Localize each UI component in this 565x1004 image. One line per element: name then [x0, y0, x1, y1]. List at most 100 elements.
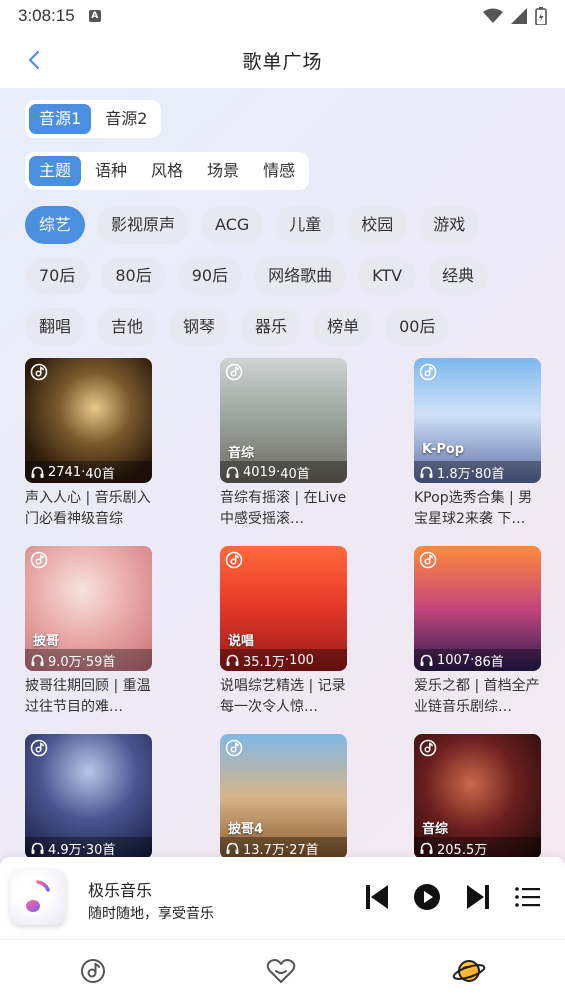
playlist-title: 爱乐之都 | 首档全产业链音乐剧综…: [414, 678, 540, 715]
tab-favorites[interactable]: [264, 954, 298, 988]
music-logo-icon: [419, 363, 437, 381]
play-count: 1007: [437, 652, 471, 668]
headphones-icon: [420, 466, 433, 478]
tab-discover[interactable]: [452, 954, 486, 988]
track-count: 80首: [474, 466, 505, 482]
tag-chip[interactable]: ACG: [201, 206, 264, 244]
headphones-icon: [420, 842, 433, 854]
playlist-card[interactable]: 披哥4 13.7万 · 27首: [220, 734, 347, 859]
playlist-card[interactable]: 披哥 9.0万 · 59首 披哥往期回顾 | 重温过往节目的难…: [25, 546, 152, 718]
play-count-bar: 2741 · 40首: [25, 461, 152, 483]
playlist-cover[interactable]: K-Pop 1.8万 · 80首: [414, 358, 541, 483]
play-icon: [414, 884, 440, 910]
player-app-name: 极乐音乐: [88, 881, 153, 900]
app-logo: [10, 869, 66, 925]
track-count: 86首: [474, 654, 504, 670]
playlist-card[interactable]: 音综 205.5万: [414, 734, 541, 859]
play-count: 35.1万: [243, 654, 285, 670]
signal-icon: [511, 8, 527, 24]
tag-chip[interactable]: 游戏: [419, 206, 480, 244]
tag-chip[interactable]: 综艺: [25, 206, 86, 244]
source-tab-1[interactable]: 音源1: [29, 104, 92, 134]
tag-chip[interactable]: 钢琴: [169, 308, 230, 346]
source-tabs: 音源1 音源2: [25, 100, 162, 138]
tag-chip[interactable]: 影视原声: [97, 206, 190, 244]
play-count-bar: 4.9万 · 30首: [25, 837, 152, 859]
category-tab-5[interactable]: 情感: [253, 156, 305, 186]
play-count-bar: 205.5万: [414, 837, 541, 859]
playlist-cover[interactable]: 2741 · 40首: [25, 358, 152, 483]
tag-chip[interactable]: 90后: [177, 257, 243, 295]
tag-chip[interactable]: 网络歌曲: [254, 257, 347, 295]
play-count: 1.8万: [437, 466, 471, 482]
category-tabs: 主题 语种 风格 场景 情感: [25, 152, 310, 190]
music-logo-icon: [225, 551, 243, 569]
play-count: 9.0万: [48, 654, 82, 670]
mini-player[interactable]: 极乐音乐 随时随地，享受音乐: [0, 857, 565, 939]
planet-icon: [452, 960, 486, 982]
tag-chip[interactable]: 经典: [428, 257, 489, 295]
playlist-tag: 音综: [228, 446, 255, 461]
play-count-bar: 35.1万 · 100: [220, 649, 347, 671]
playlist-cover[interactable]: 4.9万 · 30首: [25, 734, 152, 859]
tag-chip[interactable]: 儿童: [275, 206, 336, 244]
category-tab-4[interactable]: 场景: [197, 156, 249, 186]
playlist-card[interactable]: K-Pop 1.8万 · 80首 KPop选秀合集 | 男宝星球2来袭 下…: [414, 358, 541, 530]
tag-chip[interactable]: 吉他: [97, 308, 158, 346]
tag-row-1: 综艺 影视原声 ACG 儿童 校园 游戏: [25, 206, 480, 244]
tag-chip[interactable]: 器乐: [241, 308, 302, 346]
back-button[interactable]: [22, 46, 46, 74]
source-tab-2[interactable]: 音源2: [95, 104, 157, 134]
playlist-button[interactable]: [510, 879, 546, 915]
playlist-card[interactable]: 音综 4019 · 40首 音综有摇滚 | 在Live中感受摇滚…: [220, 358, 347, 530]
music-logo-icon: [30, 551, 48, 569]
previous-button[interactable]: [359, 879, 395, 915]
playlist-card[interactable]: 2741 · 40首声入人心 | 音乐剧入门必看神级音综: [25, 358, 152, 530]
tag-chip[interactable]: KTV: [358, 257, 417, 295]
tag-row-3: 翻唱 吉他 钢琴 器乐 榜单 00后: [25, 308, 450, 346]
playlist-tag: K-Pop: [422, 442, 465, 457]
next-button[interactable]: [460, 879, 496, 915]
tag-chip[interactable]: 70后: [25, 257, 90, 295]
playlist-card[interactable]: 说唱 35.1万 · 100 说唱综艺精选 | 记录每一次令人惊…: [220, 546, 347, 718]
playlist-cover[interactable]: 音综 4019 · 40首: [220, 358, 347, 483]
category-tab-2[interactable]: 语种: [85, 156, 137, 186]
headphones-icon: [226, 466, 239, 478]
playlist-title: 声入人心 | 音乐剧入门必看神级音综: [25, 490, 151, 527]
track-count: 100: [289, 652, 314, 668]
play-count: 2741: [48, 464, 82, 480]
play-count: 205.5万: [437, 842, 488, 858]
playlist-tag: 说唱: [228, 634, 255, 649]
play-button[interactable]: [409, 879, 445, 915]
playlist-cover[interactable]: 1007 · 86首: [414, 546, 541, 671]
category-tab-3[interactable]: 风格: [141, 156, 193, 186]
play-count: 4.9万: [48, 842, 82, 858]
playlist-title: KPop选秀合集 | 男宝星球2来袭 下…: [414, 490, 533, 527]
tag-chip[interactable]: 80后: [101, 257, 166, 295]
playlist-card[interactable]: 1007 · 86首爱乐之都 | 首档全产业链音乐剧综…: [414, 546, 541, 718]
track-count: 59首: [85, 654, 116, 670]
chevron-left-icon: [28, 50, 40, 70]
playlist-cover[interactable]: 披哥4 13.7万 · 27首: [220, 734, 347, 859]
category-tab-1[interactable]: 主题: [29, 156, 82, 186]
status-bar: 3:08:15 A: [0, 0, 565, 32]
player-slogan: 随时随地，享受音乐: [88, 906, 214, 922]
playlist-title: 说唱综艺精选 | 记录每一次令人惊…: [220, 678, 346, 715]
tag-chip[interactable]: 翻唱: [25, 308, 86, 346]
playlist-card[interactable]: 4.9万 · 30首: [25, 734, 152, 859]
music-logo-icon: [30, 739, 48, 757]
music-logo-icon: [225, 739, 243, 757]
tab-music[interactable]: [76, 954, 110, 988]
tag-chip[interactable]: 榜单: [313, 308, 374, 346]
playlist-cover[interactable]: 披哥 9.0万 · 59首: [25, 546, 152, 671]
previous-icon: [366, 885, 388, 909]
tag-chip[interactable]: 00后: [385, 308, 450, 346]
playlist-icon: [515, 887, 540, 907]
playlist-cover[interactable]: 说唱 35.1万 · 100: [220, 546, 347, 671]
playlist-cover[interactable]: 音综 205.5万: [414, 734, 541, 859]
playlist-tag: 音综: [422, 822, 449, 837]
music-logo-icon: [30, 363, 48, 381]
music-logo-icon: [419, 739, 437, 757]
tag-chip[interactable]: 校园: [347, 206, 408, 244]
bottom-tab-bar: [0, 939, 565, 1004]
